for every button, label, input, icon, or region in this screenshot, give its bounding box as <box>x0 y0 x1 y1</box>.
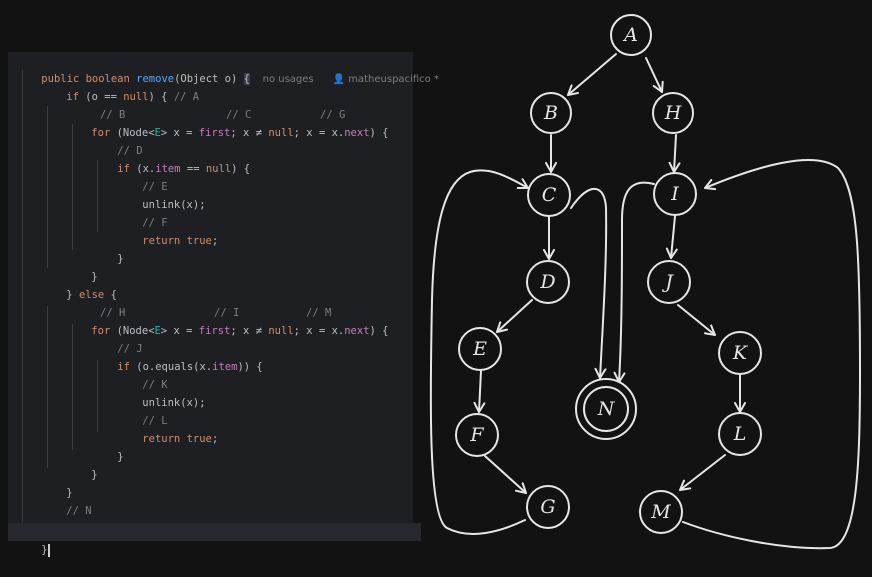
code-line[interactable]: } <box>8 448 471 481</box>
control-flow-graph: A B H C I D J E K N F L G M <box>429 14 861 550</box>
code-line[interactable]: } <box>8 466 446 499</box>
node-label: E <box>472 338 487 360</box>
code-line[interactable]: for (Node<E> x = first; x ≠ null; x = x.… <box>8 304 471 337</box>
node-label: D <box>539 271 555 293</box>
node-c: C <box>527 173 571 217</box>
edge-a-b <box>567 53 617 96</box>
node-k: K <box>718 331 762 375</box>
node-label: B <box>543 102 558 124</box>
node-d: D <box>526 260 570 304</box>
node-label: C <box>542 184 557 206</box>
edge-i-j <box>665 215 678 259</box>
node-h: H <box>652 92 694 134</box>
text-caret <box>47 543 50 557</box>
edge-d-e <box>496 299 533 333</box>
node-f: F <box>455 413 499 457</box>
node-label: H <box>664 102 682 124</box>
edge-j-k <box>677 304 716 336</box>
code-line-current[interactable]: } <box>8 523 421 557</box>
edge-m-i <box>682 159 861 550</box>
node-label: I <box>670 183 679 205</box>
code-editor[interactable]: public boolean remove(Object o) { no usa… <box>8 52 439 557</box>
code-line[interactable]: if (o == null) { // A <box>8 70 446 103</box>
edge-c-n <box>570 187 608 379</box>
node-m: M <box>639 490 683 534</box>
edge-f-g <box>484 455 527 494</box>
node-label: G <box>540 496 555 518</box>
edge-l-m <box>679 454 726 491</box>
code-line[interactable]: // N <box>8 484 446 517</box>
node-label: K <box>732 342 749 364</box>
code-line[interactable]: } else { <box>8 268 446 301</box>
node-j: J <box>647 260 691 304</box>
node-l: L <box>718 412 762 456</box>
node-label: F <box>469 424 484 446</box>
node-label: A <box>622 24 638 46</box>
node-a: A <box>610 14 652 56</box>
node-b: B <box>530 92 572 134</box>
node-n: N <box>575 378 637 440</box>
edge-e-f <box>473 370 486 413</box>
node-e: E <box>458 327 502 371</box>
node-label: J <box>661 271 674 293</box>
edge-h-i <box>668 134 681 173</box>
code-line[interactable]: // H// I// M <box>8 286 413 319</box>
node-label: L <box>733 423 747 445</box>
code-line[interactable]: // B// C// G <box>8 88 413 121</box>
code-line[interactable]: for (Node<E> x = first; x ≠ null; x = x.… <box>8 106 471 139</box>
node-i: I <box>653 172 697 216</box>
node-label: N <box>597 398 616 420</box>
node-label: M <box>650 501 671 523</box>
node-g: G <box>526 485 570 529</box>
code-line[interactable]: } <box>8 250 471 283</box>
code-line[interactable]: public boolean remove(Object o) { no usa… <box>8 52 439 85</box>
code-line[interactable]: return false; <box>8 502 446 535</box>
edge-a-h <box>645 57 664 93</box>
